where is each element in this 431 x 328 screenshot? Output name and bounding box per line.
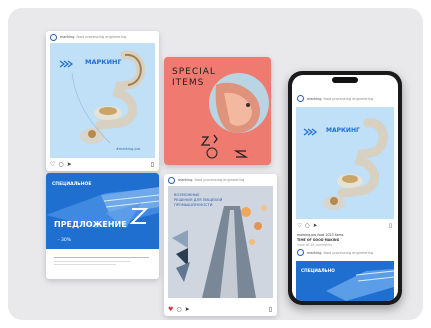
comment-icon[interactable]: ○	[305, 223, 310, 229]
post-header: marking food processing engineering	[46, 31, 159, 43]
offer-label: СПЕЦИАЛЬНОЕ	[52, 182, 92, 187]
comment-icon[interactable]: ○	[176, 307, 181, 313]
send-icon[interactable]: ➤	[313, 223, 318, 229]
heart-icon[interactable]: ♡	[50, 162, 55, 168]
phone-next-handle: marking	[307, 250, 322, 255]
post-image: ВОЗМОЖНЫЕ РЕШЕНИЯ ДЛЯ ПИЩЕВОЙ ПРОМЫШЛЕНН…	[168, 186, 273, 298]
phone-post-header: marking food processing engineering	[297, 95, 373, 102]
offer-headline: ПРЕДЛОЖЕНИЕ	[54, 220, 127, 229]
phone-mockup: marking food processing engineering МАРК…	[288, 71, 402, 305]
conveyor-text-line1: ВОЗМОЖНЫЕ	[174, 193, 200, 197]
phone-post-handle: marking	[307, 96, 322, 101]
faucet-illustration	[303, 118, 388, 210]
phone-caption-line1: marking.pro food 2023 items	[297, 233, 344, 237]
post-card-special-offer[interactable]: СПЕЦИАЛЬНОЕ ПРЕДЛОЖЕНИЕ - 30%	[46, 173, 159, 279]
phone-caption-line3[interactable]: View all 24 comments	[297, 243, 332, 247]
brand-logo-icon	[297, 249, 304, 256]
brand-logo-icon	[168, 176, 175, 184]
post-tagline: food processing engineering	[194, 178, 245, 182]
conveyor-text-line3: ПРОМЫШЛЕННОСТИ	[174, 203, 213, 207]
phone-next-tagline: food processing engineering	[323, 250, 374, 255]
post-card-marking[interactable]: marking food processing engineering МАРК…	[46, 31, 159, 171]
post-caption: #marking.pro	[116, 147, 141, 151]
phone-next-label: СПЕЦИАЛЬНО	[301, 268, 335, 273]
offer-footer-text	[54, 257, 149, 265]
post-image: СПЕЦИАЛЬНОЕ ПРЕДЛОЖЕНИЕ - 30%	[46, 173, 159, 249]
phone-next-post-header: marking food processing engineering	[297, 249, 373, 256]
bookmark-icon[interactable]: ▯	[151, 162, 154, 168]
post-image: МАРКИНГ #marking.pro	[50, 43, 155, 158]
phone-post-actions: ♡ ○ ➤	[297, 223, 317, 229]
post-title: МАРКИНГ	[85, 58, 122, 66]
post-actions: ♡ ○ ➤	[50, 162, 72, 168]
post-card-special-items[interactable]: SPECIAL ITEMS	[164, 57, 271, 165]
phone-caption-line2: TIME OF GOOD MAKING	[297, 238, 340, 242]
post-tagline: food processing engineering	[76, 35, 127, 39]
phone-post-tagline: food processing engineering	[323, 96, 374, 101]
heart-icon[interactable]: ♥	[168, 307, 173, 313]
bookmark-icon[interactable]: ▯	[389, 223, 392, 229]
brand-logo-icon	[50, 33, 57, 41]
post-handle: marking	[60, 35, 75, 39]
post-handle: marking	[178, 178, 193, 182]
mockup-board: marking food processing engineering МАРК…	[8, 8, 423, 320]
special-title-line1: SPECIAL	[172, 67, 216, 77]
offer-discount: - 30%	[58, 238, 72, 243]
highway-illustration	[326, 269, 394, 301]
phone-post-image: МАРКИНГ	[296, 107, 394, 219]
bookmark-icon[interactable]: ▯	[269, 307, 272, 313]
phone-screen: marking food processing engineering МАРК…	[292, 75, 398, 301]
conveyor-text-line2: РЕШЕНИЯ ДЛЯ ПИЩЕВОЙ	[174, 198, 223, 202]
special-title-line2: ITEMS	[172, 78, 205, 88]
send-icon[interactable]: ➤	[67, 162, 72, 168]
post-actions: ♥ ○ ➤	[168, 307, 190, 313]
heart-icon[interactable]: ♡	[297, 223, 302, 229]
post-card-conveyor[interactable]: marking food processing engineering ВОЗМ…	[164, 174, 277, 316]
phone-next-post-image: СПЕЦИАЛЬНО	[296, 261, 394, 301]
comment-icon[interactable]: ○	[58, 162, 63, 168]
post-header: marking food processing engineering	[164, 174, 277, 186]
phone-notch	[332, 77, 358, 83]
send-icon[interactable]: ➤	[185, 307, 190, 313]
phone-post-title: МАРКИНГ	[326, 127, 360, 134]
brand-logo-icon	[297, 95, 304, 102]
